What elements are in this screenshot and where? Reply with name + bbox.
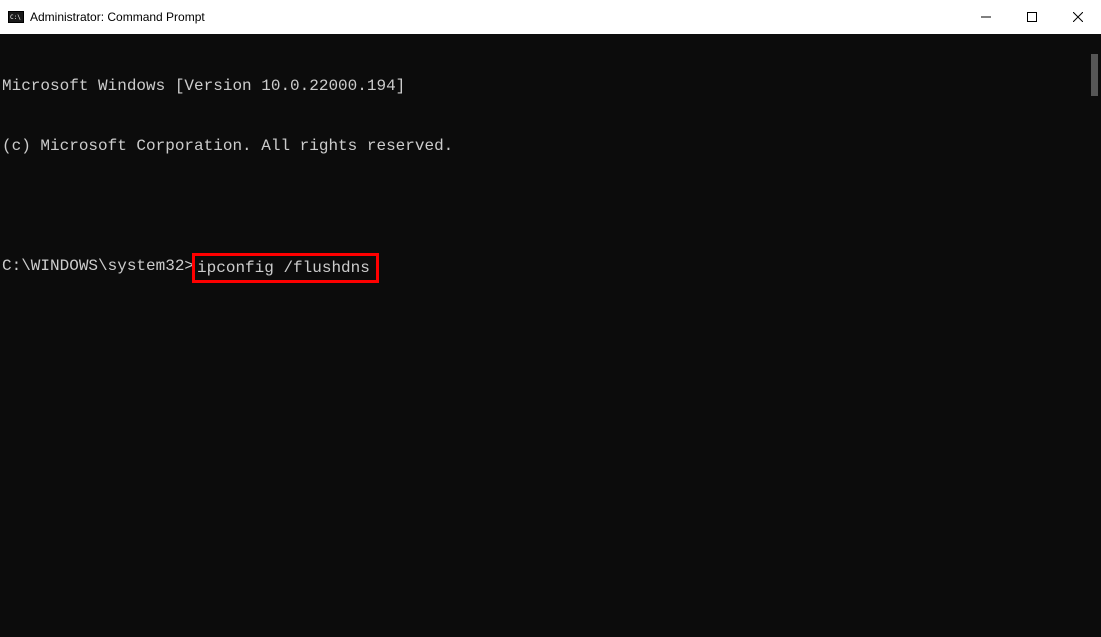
window-title: Administrator: Command Prompt [30,10,963,24]
command-prompt-window: C:\ Administrator: Command Prompt [0,0,1101,637]
window-controls [963,0,1101,34]
terminal-content: Microsoft Windows [Version 10.0.22000.19… [0,34,1101,323]
terminal-prompt-line: C:\WINDOWS\system32>ipconfig /flushdns [2,256,1101,283]
terminal-area[interactable]: Microsoft Windows [Version 10.0.22000.19… [0,34,1101,637]
terminal-output-line: Microsoft Windows [Version 10.0.22000.19… [2,76,1101,96]
terminal-output-line: (c) Microsoft Corporation. All rights re… [2,136,1101,156]
terminal-blank-line [2,196,1101,216]
close-button[interactable] [1055,0,1101,34]
scrollbar-thumb[interactable] [1091,54,1098,96]
scrollbar[interactable] [1084,34,1101,637]
minimize-button[interactable] [963,0,1009,34]
terminal-prompt: C:\WINDOWS\system32> [2,256,194,283]
terminal-command: ipconfig /flushdns [197,259,370,277]
maximize-button[interactable] [1009,0,1055,34]
app-icon: C:\ [8,9,24,25]
svg-text:C:\: C:\ [10,14,21,21]
titlebar[interactable]: C:\ Administrator: Command Prompt [0,0,1101,34]
highlighted-command-box: ipconfig /flushdns [192,253,379,283]
